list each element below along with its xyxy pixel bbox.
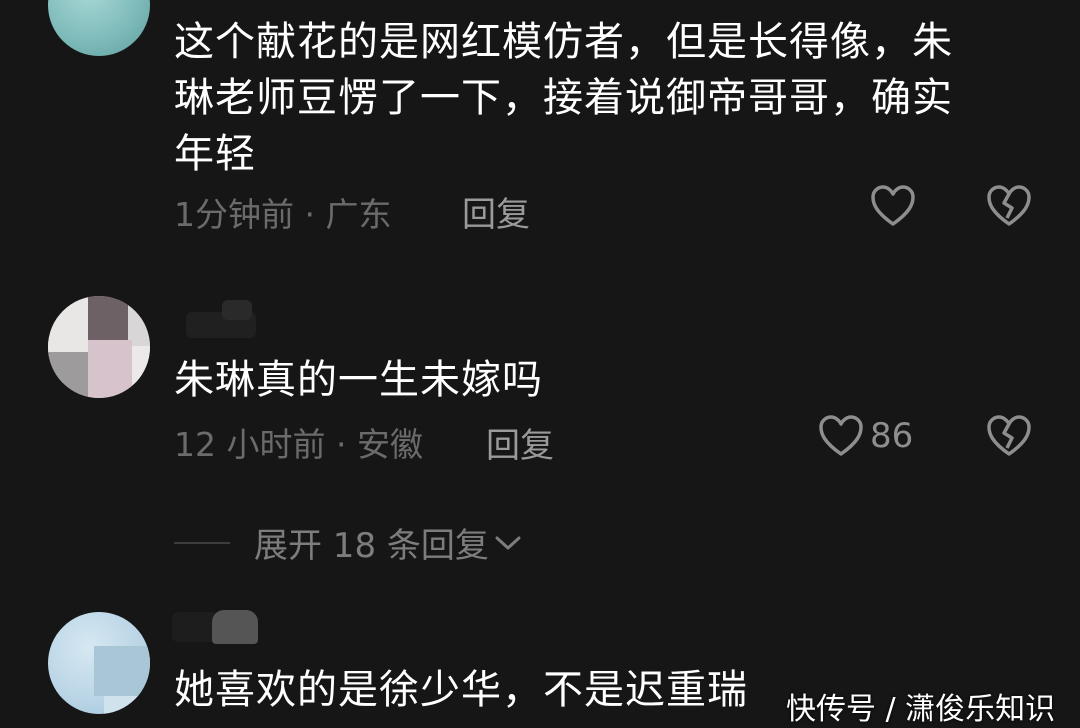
- like-count: 86: [870, 416, 914, 456]
- comment-text: 这个献花的是网红模仿者，但是长得像，朱 琳老师豆愣了一下，接着说御帝哥哥，确实 …: [174, 14, 953, 182]
- like-button[interactable]: [870, 184, 916, 228]
- comment-text-line: 这个献花的是网红模仿者，但是长得像，朱: [174, 19, 953, 65]
- broken-heart-icon: [986, 414, 1032, 458]
- comment-meta: 1分钟前 · 广东: [174, 195, 392, 234]
- expand-replies-label: 展开 18 条回复: [254, 526, 489, 566]
- reply-button[interactable]: 回复: [486, 418, 554, 467]
- like-button[interactable]: 86: [818, 414, 913, 458]
- comment-text-line: 琳老师豆愣了一下，接着说御帝哥哥，确实: [174, 75, 953, 121]
- heart-outline-icon: [870, 184, 916, 228]
- avatar[interactable]: [48, 0, 150, 56]
- avatar[interactable]: [48, 612, 150, 714]
- comment-meta: 12 小时前 · 安徽: [174, 425, 423, 464]
- comment-text-line: 年轻: [174, 131, 256, 177]
- comment-text-line: 她喜欢的是徐少华，不是迟重瑞: [174, 667, 748, 713]
- comment-text: 朱琳真的一生未嫁吗: [174, 352, 543, 408]
- broken-heart-icon: [986, 184, 1032, 228]
- reply-button[interactable]: 回复: [462, 187, 530, 236]
- expand-replies-button[interactable]: 展开 18 条回复: [174, 518, 523, 567]
- comment-text-line: 朱琳真的一生未嫁吗: [174, 357, 543, 403]
- heart-outline-icon: [818, 414, 864, 458]
- comment-text: 她喜欢的是徐少华，不是迟重瑞: [174, 662, 748, 718]
- chevron-down-icon: [493, 523, 523, 563]
- dislike-button[interactable]: [986, 414, 1032, 458]
- avatar[interactable]: [48, 296, 150, 398]
- watermark: 快传号 / 潇俊乐知识: [786, 692, 1056, 727]
- dislike-button[interactable]: [986, 184, 1032, 228]
- divider: [174, 541, 230, 544]
